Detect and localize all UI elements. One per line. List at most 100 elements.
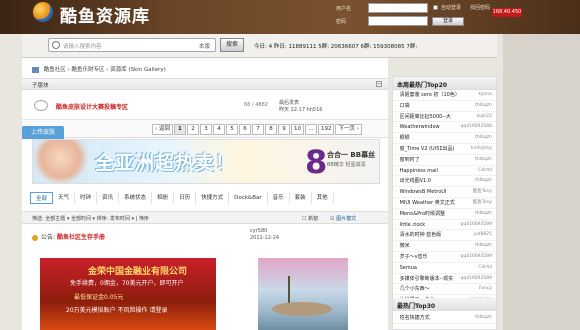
category-tab[interactable]: 资讯: [97, 192, 120, 204]
pager-page[interactable]: 192: [317, 124, 335, 135]
thumbnail-ad-finance[interactable]: 金荣中国金融业有限公司 免手续费，0佣金，70美元开户，即可开户 最低保证金0.…: [40, 258, 216, 330]
pager-page[interactable]: 2: [186, 124, 199, 135]
hot-item-author[interactable]: qq416693589: [461, 252, 492, 262]
new-window-toggle[interactable]: ☐ 新窗: [302, 215, 318, 222]
subboard-row[interactable]: 酷鱼皮肤设计大赛投稿专区 68 / 4882 最后发表 昨天 22:17 hh5…: [22, 90, 388, 120]
category-tab[interactable]: 系统状态: [119, 192, 153, 204]
pager-page[interactable]: 10: [290, 124, 304, 135]
upload-skin-tab[interactable]: 上传皮肤: [22, 126, 64, 139]
hot-item-author[interactable]: yaf8825: [474, 230, 492, 240]
hot-item-title[interactable]: 岁子～v音乐: [396, 252, 428, 262]
hot-week-item[interactable]: Meno&Pro时候调整 thlbqzh: [393, 209, 496, 220]
hot-item-author[interactable]: thlbqzh: [475, 313, 492, 323]
hot-item-author[interactable]: Cdirtd: [478, 166, 492, 176]
pager-page[interactable]: ...: [304, 124, 317, 135]
category-tab[interactable]: 快捷方式: [196, 192, 230, 204]
ad-banner[interactable]: 全亚洲超热卖！ 8 合合一 BB幕丝 BB精华 轻盈滋润: [32, 139, 380, 184]
hot-week-item[interactable]: Weatherwindow qq416693588: [393, 122, 496, 134]
category-tab[interactable]: 天气: [53, 192, 76, 204]
pager-page[interactable]: 7: [251, 124, 264, 135]
pager-page[interactable]: 5: [225, 124, 238, 135]
hot-item-title[interactable]: 几个小东西～: [396, 284, 430, 294]
find-password-link[interactable]: 找回密码: [470, 4, 490, 11]
hot-item-author[interactable]: 酷鱼Tony: [473, 198, 492, 208]
hot-week-item[interactable]: 窗到时了 thlbqzh: [393, 155, 496, 166]
hot-item-author[interactable]: qq416693589: [461, 220, 492, 230]
pager-page[interactable]: 1: [173, 124, 186, 135]
hot-item-title[interactable]: 窗到时了: [396, 155, 420, 165]
category-tab[interactable]: 日历: [174, 192, 197, 204]
hot-item-author[interactable]: Fancy: [479, 284, 492, 294]
hot-week-item[interactable]: 岁子～v音乐 qq416693589: [393, 252, 496, 263]
hot-item-title[interactable]: Weatherwindow: [396, 122, 440, 132]
hot-item-title[interactable]: 微米: [396, 241, 410, 251]
category-tab[interactable]: 套装: [290, 192, 312, 204]
hot-item-title[interactable]: 区间距离比扯5000--大: [396, 112, 451, 122]
announcement-title[interactable]: 酷鱼社区生存手册: [57, 234, 105, 241]
hot-item-title[interactable]: 窗_Time V2 (UI5Σ出品): [396, 144, 455, 154]
hot-item-title[interactable]: Semua: [396, 263, 417, 273]
category-tab[interactable]: Dock&Bar: [229, 192, 268, 204]
announcement[interactable]: 公告: 酷鱼社区生存手册: [32, 232, 105, 241]
hot-item-title[interactable]: 多媒体引擎新版本--现实: [396, 274, 454, 284]
auto-login-checkbox[interactable]: [433, 5, 438, 10]
hot-item-author[interactable]: Cdirtd: [478, 263, 492, 273]
username-input[interactable]: [368, 3, 428, 13]
site-title[interactable]: 酷鱼资源库: [60, 2, 150, 27]
hot-item-author[interactable]: thlbqzh: [475, 176, 492, 186]
hot-item-author[interactable]: thlbqzh: [475, 101, 492, 111]
hot-week-item[interactable]: 清水的时钟 蓝色版 yaf8825: [393, 230, 496, 242]
thumbnail-skin-preview[interactable]: [258, 258, 348, 330]
hot-week-item[interactable]: 出光线图V1.0 thlbqzh: [393, 176, 496, 188]
hot-week-item[interactable]: 多媒体引擎新版本--现实 qq416693589: [393, 274, 496, 285]
hot-item-author[interactable]: thlbqzh: [475, 241, 492, 251]
pager-page[interactable]: 9: [277, 124, 290, 135]
category-tab[interactable]: 时钟: [75, 192, 98, 204]
hot-week-item[interactable]: 微米 thlbqzh: [393, 241, 496, 252]
hot-item-author[interactable]: kyono: [479, 90, 492, 100]
logo-icon[interactable]: [33, 2, 53, 22]
hot-week-item[interactable]: 清姬套装 sero 初（10色） kyono: [393, 90, 496, 101]
category-tab[interactable]: 其他: [312, 192, 334, 204]
hot-item-title[interactable]: MIUI Weather 英文正式: [396, 198, 455, 208]
pager-next-button[interactable]: 下一页 ›: [335, 124, 362, 135]
home-icon[interactable]: [32, 66, 39, 73]
search-scope-select[interactable]: 本版: [199, 42, 210, 50]
pager-page[interactable]: 3: [199, 124, 212, 135]
search-button[interactable]: 搜索: [220, 38, 244, 52]
hot-item-title[interactable]: 出光线图V1.0: [396, 176, 431, 186]
image-mode-toggle[interactable]: ☑ 图片模式: [330, 215, 356, 222]
hot-item-author[interactable]: kinfsjchyj: [471, 144, 492, 154]
hot-item-author[interactable]: thlbqzh: [475, 133, 492, 143]
hot-item-author[interactable]: qq416693589: [461, 274, 492, 284]
hot-item-author[interactable]: thlbqzh: [475, 155, 492, 165]
hot-item-title[interactable]: WindowsB MetroUI: [396, 187, 447, 197]
announcement-author[interactable]: cyr580: [250, 228, 279, 235]
hot-item-title[interactable]: Meno&Pro时候调整: [396, 209, 445, 219]
pager-prev-button[interactable]: ‹ 返回: [152, 124, 173, 135]
breadcrumb-item[interactable]: 资源库 (Skin Gallery): [110, 67, 166, 73]
password-input[interactable]: [368, 16, 428, 26]
hot-item-title[interactable]: 口袋: [396, 101, 410, 111]
hot-item-title[interactable]: 清姬套装 sero 初（10色）: [396, 90, 460, 100]
collapse-icon[interactable]: −: [376, 81, 382, 87]
hot-week-item[interactable]: Semua Cdirtd: [393, 263, 496, 274]
category-tab[interactable]: 音乐: [268, 192, 290, 204]
pager-page[interactable]: 4: [212, 124, 225, 135]
hot-item-title[interactable]: little clock: [396, 220, 426, 230]
login-button[interactable]: 登录: [432, 17, 464, 26]
category-tab[interactable]: 相册: [152, 192, 175, 204]
hot-item-title[interactable]: Happiness mail: [396, 166, 438, 176]
hot-item-author[interactable]: 酷鱼Tony: [473, 187, 492, 197]
hot-item-title[interactable]: 清水的时钟 蓝色版: [396, 230, 442, 240]
search-input[interactable]: 请输入搜索内容 本版: [48, 38, 216, 52]
category-tab[interactable]: 全部: [30, 192, 54, 204]
pager-page[interactable]: 6: [238, 124, 251, 135]
breadcrumb-item[interactable]: 酷鱼乐财专区: [71, 67, 104, 73]
hot-week-item[interactable]: little clock qq416693589: [393, 220, 496, 231]
filter-options[interactable]: 筛选: 全部主题 ▾ 全部时间 ▾ 排序: 发布时间 ▾ | 筛序: [32, 216, 149, 222]
hot-month-item[interactable]: 姓名快捷方式 thlbqzh: [393, 313, 496, 324]
hot-item-title[interactable]: 颖颖: [396, 133, 410, 143]
breadcrumb-item[interactable]: 酷鱼社区: [44, 67, 66, 73]
hot-item-author[interactable]: tsqh22: [476, 112, 492, 122]
